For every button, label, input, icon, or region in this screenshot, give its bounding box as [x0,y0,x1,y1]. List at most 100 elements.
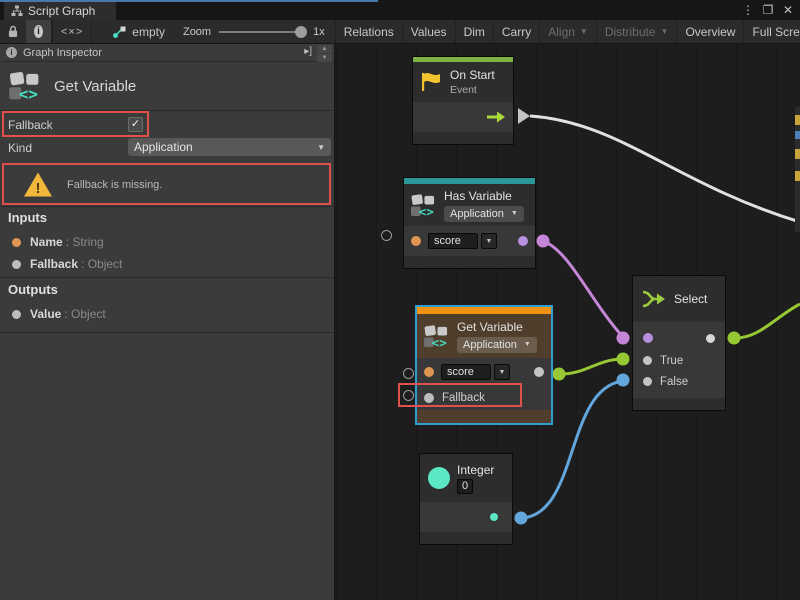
flow-wire[interactable] [530,116,800,222]
scroll-up-icon[interactable]: ▲ [317,45,332,53]
wire-endpoint [617,374,630,387]
wire-endpoint [617,332,630,345]
values-button[interactable]: Values [403,20,456,43]
node-has-variable[interactable]: <> Has Variable Application ▼ score ▼ [404,178,535,268]
integer-output-port[interactable] [490,513,498,521]
inputs-header: Inputs [8,210,47,225]
wire-endpoint [617,353,630,366]
kind-value: Application [463,339,517,351]
align-button: Align▼ [540,20,597,43]
full-screen-label: Full Screen [752,25,800,39]
false-input-port[interactable] [643,377,652,386]
variable-dropdown-button[interactable]: ▼ [481,233,497,249]
node-integer[interactable]: Integer 0 [420,454,512,544]
wire-arrowhead-icon [518,108,530,124]
carry-button[interactable]: Carry [494,20,540,43]
kind-dropdown[interactable]: Application ▼ [128,138,331,156]
selection-out-wire[interactable] [734,304,800,338]
node-footer [404,256,535,268]
node-get-variable[interactable]: <> Get Variable Application ▼ score ▼ [417,307,551,423]
svg-text:!: ! [36,180,41,197]
output-type: : Object [64,307,105,321]
name-input-port[interactable] [411,236,421,246]
value-output-port[interactable] [534,367,544,377]
node-accent-bar [417,307,551,314]
fallback-port-label: Fallback [442,392,485,404]
true-wire[interactable] [559,359,623,374]
offscreen-port [795,149,800,159]
result-output-port[interactable] [518,236,528,246]
output-name: Value [30,307,61,321]
selected-node-summary: <> Get Variable [0,62,334,110]
inspector-header: i Graph Inspector ▸] ▲ ▼ [0,44,334,62]
graph-breadcrumb[interactable]: empty [92,20,179,43]
scroll-down-icon[interactable]: ▼ [317,54,332,62]
zoom-control: Zoom 1x [179,20,336,43]
integer-literal-icon [428,467,450,489]
condition-wire[interactable] [543,241,623,337]
false-port-label: False [660,376,688,388]
port-dot [12,260,21,269]
inspector-scroll-arrows[interactable]: ▲ ▼ [317,45,332,62]
port-dot [12,238,21,247]
inspector-title: Graph Inspector [23,47,102,59]
relations-label: Relations [344,25,394,39]
node-title: Has Variable [444,189,524,203]
wire-endpoint [553,368,566,381]
zoom-slider[interactable] [219,31,305,33]
node-on-start[interactable]: On Start Event [413,57,513,144]
overview-button[interactable]: Overview [677,20,744,43]
code-preview-button[interactable]: <×> [53,20,92,43]
fallback-field-label: Fallback [8,118,53,132]
node-title: Get Variable [457,320,537,334]
variable-icon: <> [8,70,42,102]
kind-dropdown[interactable]: Application ▼ [444,206,524,222]
true-input-port[interactable] [643,356,652,365]
name-input-port[interactable] [424,367,434,377]
fallback-input-port[interactable] [424,393,434,403]
connection-wires [335,44,800,600]
values-label: Values [411,25,447,39]
condition-input-port[interactable] [643,333,653,343]
relations-button[interactable]: Relations [336,20,403,43]
warning-text: Fallback is missing. [67,179,162,191]
kind-dropdown[interactable]: Application ▼ [457,337,537,353]
port-hint-circle [403,390,414,401]
true-port-label: True [660,355,683,367]
selected-node-title: Get Variable [54,78,136,95]
graph-toolbar: i <×> empty Zoom 1x Relations Values Dim… [0,20,800,44]
variable-name-field[interactable]: score [441,364,491,380]
window-maximize-icon[interactable]: ❐ [760,3,776,17]
flow-output-port-icon[interactable] [486,111,506,123]
graph-canvas[interactable]: On Start Event <> [335,44,800,600]
dock-panel-icon[interactable]: ▸] [304,46,312,57]
variable-name-field[interactable]: score [428,233,478,249]
node-select[interactable]: Select True False [633,276,725,410]
integer-value-field[interactable]: 0 [457,479,473,494]
variable-icon: <> [410,193,437,218]
script-graph-window: Script Graph ⋮ ❐ ✕ i <×> e [0,0,800,600]
node-footer [420,532,512,544]
full-screen-button[interactable]: Full Screen [744,20,800,43]
graph-inspector-panel: i Graph Inspector ▸] ▲ ▼ <> Get Variable… [0,44,335,600]
check-icon: ✓ [131,118,140,130]
window-close-icon[interactable]: ✕ [780,3,796,17]
lock-button[interactable] [0,20,26,43]
variable-dropdown-button[interactable]: ▼ [494,364,510,380]
divider [0,110,334,111]
tab-script-graph[interactable]: Script Graph [4,2,116,20]
zoom-slider-handle[interactable] [295,26,307,38]
window-menu-icon[interactable]: ⋮ [740,3,756,17]
node-footer [413,132,513,144]
info-icon: i [6,47,17,58]
outputs-header: Outputs [8,282,58,297]
fallback-checkbox[interactable]: ✓ [128,117,143,132]
distribute-label: Distribute [605,25,656,39]
selection-output-port[interactable] [706,334,715,343]
input-type: : Object [81,257,122,271]
info-icon: i [34,25,43,38]
dim-button[interactable]: Dim [456,20,494,43]
inspector-toggle-button[interactable]: i [26,20,52,43]
input-row-fallback: Fallback : Object [12,257,122,271]
graph-node-icon [112,25,126,39]
